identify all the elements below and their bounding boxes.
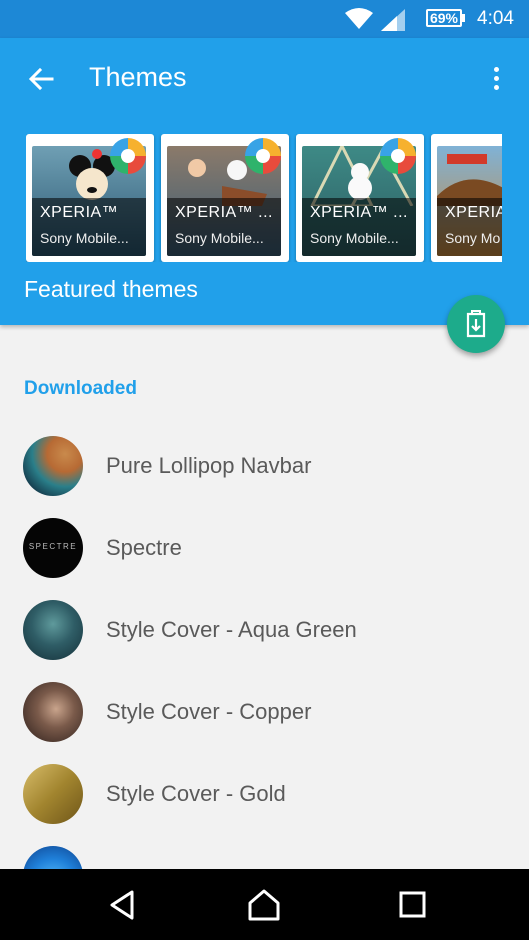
featured-themes-label: Featured themes [24, 276, 198, 302]
download-theme-icon [466, 310, 486, 338]
system-nav-bar [0, 869, 529, 940]
theme-author: Sony Mobile... [175, 230, 264, 246]
theme-avatar [23, 436, 83, 496]
theme-name: Style Cover - Aqua Green [106, 617, 357, 642]
featured-card[interactable]: XPERIA™ ... Sony Mobile... [161, 134, 289, 262]
theme-badge-icon [245, 138, 281, 174]
signal-icon [381, 9, 405, 31]
app-bar: Themes XPERIA™ Sony Mobile... XPERIA™ ..… [0, 38, 529, 325]
page-title: Themes [89, 62, 187, 92]
list-item[interactable]: Style Cover - Aqua Green [0, 590, 529, 672]
list-item[interactable]: Style Cover - Copper [0, 672, 529, 754]
wifi-icon [345, 8, 373, 29]
theme-thumbnail: XPERIA Sony Mo [437, 146, 502, 256]
download-theme-fab[interactable] [447, 295, 505, 353]
theme-name: Style Cover - Gold [106, 781, 286, 806]
list-item[interactable]: Style Cover - Gold [0, 754, 529, 836]
section-header-downloaded: Downloaded [24, 378, 137, 399]
spectre-logo: SPECTRE [28, 542, 78, 551]
theme-brand: XPERIA™ [40, 204, 119, 221]
theme-badge-icon [380, 138, 416, 174]
back-arrow-icon[interactable] [24, 62, 58, 96]
theme-author: Sony Mobile... [40, 230, 129, 246]
theme-avatar [23, 682, 83, 742]
back-triangle-icon[interactable] [104, 887, 144, 923]
featured-card[interactable]: XPERIA™ ... Sony Mobile... [296, 134, 424, 262]
theme-brand: XPERIA [445, 204, 502, 221]
theme-name: Spectre [106, 535, 182, 560]
battery-indicator: 69% [426, 9, 462, 27]
theme-avatar: SPECTRE [23, 518, 83, 578]
list-item[interactable]: SPECTRE Spectre [0, 508, 529, 590]
list-item[interactable]: Pure Lollipop Navbar [0, 426, 529, 508]
status-bar: 69% 4:04 [0, 0, 529, 38]
home-icon[interactable] [244, 887, 284, 923]
theme-author: Sony Mo [445, 230, 501, 246]
more-vert-icon[interactable] [484, 62, 508, 96]
theme-name: Pure Lollipop Navbar [106, 453, 312, 478]
theme-brand: XPERIA™ ... [175, 204, 273, 221]
featured-carousel[interactable]: XPERIA™ Sony Mobile... XPERIA™ ... Sony [26, 134, 502, 262]
cars-art [437, 154, 502, 206]
featured-card[interactable]: XPERIA Sony Mo [431, 134, 502, 262]
recents-icon[interactable] [392, 887, 432, 923]
featured-card[interactable]: XPERIA™ Sony Mobile... [26, 134, 154, 262]
theme-avatar [23, 600, 83, 660]
theme-name: Style Cover - Copper [106, 699, 312, 724]
theme-avatar [23, 764, 83, 824]
theme-brand: XPERIA™ ... [310, 204, 408, 221]
theme-author: Sony Mobile... [310, 230, 399, 246]
battery-tip [462, 14, 465, 22]
theme-badge-icon [110, 138, 146, 174]
status-time: 4:04 [477, 8, 514, 29]
